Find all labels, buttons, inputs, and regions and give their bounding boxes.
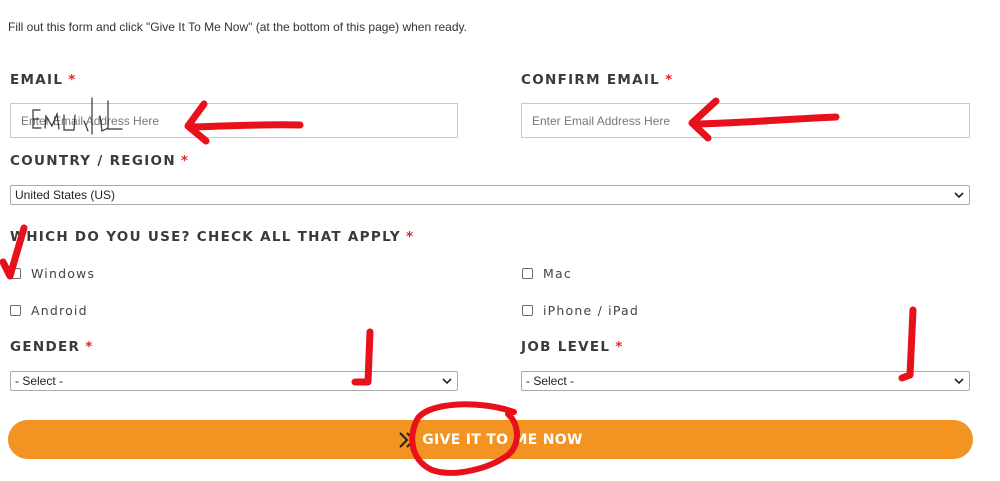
checkbox-mac[interactable]: Mac xyxy=(522,266,572,281)
required-asterisk: * xyxy=(85,339,94,355)
checkbox-iphone-ipad[interactable]: iPhone / iPad xyxy=(522,303,639,318)
job-level-select-value: - Select - xyxy=(526,374,575,388)
country-select[interactable]: United States (US) xyxy=(10,185,970,205)
confirm-email-label-text: CONFIRM EMAIL xyxy=(521,72,661,88)
checkbox-box[interactable] xyxy=(10,268,21,279)
checkbox-box[interactable] xyxy=(522,268,533,279)
checkbox-android[interactable]: Android xyxy=(10,303,88,318)
job-level-label-text: JOB LEVEL xyxy=(521,339,611,355)
required-asterisk: * xyxy=(68,72,77,88)
form-intro-text: Fill out this form and click "Give It To… xyxy=(8,20,467,34)
gender-label: GENDER * xyxy=(10,339,94,355)
country-select-value: United States (US) xyxy=(15,188,116,202)
gender-select-value: - Select - xyxy=(15,374,64,388)
job-level-select[interactable]: - Select - xyxy=(521,371,970,391)
email-label: EMAIL * xyxy=(10,72,77,88)
checkbox-box[interactable] xyxy=(522,305,533,316)
job-level-label: JOB LEVEL * xyxy=(521,339,624,355)
chevron-down-icon xyxy=(442,378,452,385)
give-it-to-me-now-button[interactable]: GIVE IT TO ME NOW xyxy=(8,420,973,459)
required-asterisk: * xyxy=(615,339,624,355)
red-mark-job-level xyxy=(898,306,917,382)
submit-button-label: GIVE IT TO ME NOW xyxy=(422,431,583,448)
checkbox-label: iPhone / iPad xyxy=(543,303,639,318)
devices-label: WHICH DO YOU USE? CHECK ALL THAT APPLY * xyxy=(10,229,414,245)
country-label-text: COUNTRY / REGION xyxy=(10,153,176,169)
country-label: COUNTRY / REGION * xyxy=(10,153,189,169)
checkbox-label: Mac xyxy=(543,266,572,281)
required-asterisk: * xyxy=(180,153,190,169)
devices-label-text: WHICH DO YOU USE? CHECK ALL THAT APPLY xyxy=(10,229,401,245)
required-asterisk: * xyxy=(405,229,415,245)
checkbox-label: Android xyxy=(31,303,88,318)
double-chevron-right-icon xyxy=(399,431,416,448)
checkbox-label: Windows xyxy=(31,266,96,281)
checkbox-box[interactable] xyxy=(10,305,21,316)
chevron-down-icon xyxy=(954,192,964,199)
confirm-email-label: CONFIRM EMAIL * xyxy=(521,72,673,88)
checkbox-windows[interactable]: Windows xyxy=(10,266,95,281)
email-input[interactable] xyxy=(10,103,458,138)
confirm-email-input[interactable] xyxy=(521,103,970,138)
gender-label-text: GENDER xyxy=(10,339,81,355)
email-label-text: EMAIL xyxy=(10,72,64,88)
chevron-down-icon xyxy=(954,378,964,385)
gender-select[interactable]: - Select - xyxy=(10,371,458,391)
required-asterisk: * xyxy=(665,72,674,88)
